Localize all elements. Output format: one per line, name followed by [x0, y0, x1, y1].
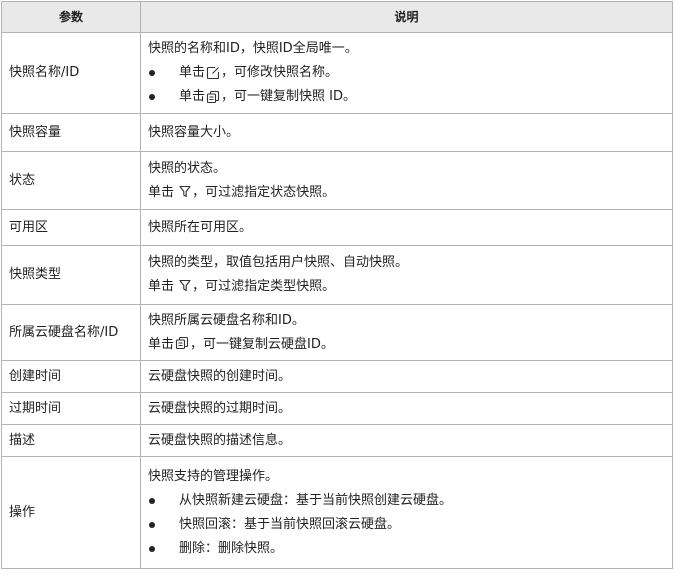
desc-line: 快照所在可用区。	[148, 219, 253, 235]
table-row: 描述 云硬盘快照的描述信息。	[1, 424, 673, 457]
desc-line: 快照容量大小。	[148, 124, 240, 140]
desc-cell: 快照容量大小。	[140, 113, 673, 152]
desc-cell: 云硬盘快照的创建时间。	[140, 360, 673, 393]
bullet-item: 单击 ，可修改快照名称。	[148, 61, 665, 85]
desc-cell: 快照的状态。 单击 ，可过滤指定状态快照。	[140, 151, 673, 210]
param-cell: 创建时间	[1, 360, 141, 393]
bullet-text: ，可修改快照名称。	[221, 65, 339, 80]
param-cell: 可用区	[1, 209, 141, 246]
header-param: 参数	[1, 1, 141, 33]
desc-cell: 快照的名称和ID，快照ID全局唯一。 单击 ，可修改快照名称。 单击 ，可一键复…	[140, 32, 673, 114]
filter-icon[interactable]	[179, 279, 191, 292]
table-row: 状态 快照的状态。 单击 ，可过滤指定状态快照。	[1, 151, 673, 210]
table-row: 所属云硬盘名称/ID 快照所属云硬盘名称和ID。 单击 ，可一键复制云硬盘ID。	[1, 304, 673, 361]
bullet-text: 单击	[179, 89, 206, 104]
bullet-text: 快照回滚：基于当前快照回滚云硬盘。	[179, 516, 401, 532]
desc-cell: 云硬盘快照的描述信息。	[140, 424, 673, 457]
bullet-dot	[149, 70, 155, 76]
filter-icon[interactable]	[179, 185, 191, 198]
param-cell: 快照类型	[1, 245, 141, 305]
table-row: 过期时间 云硬盘快照的过期时间。	[1, 392, 673, 425]
desc-line: 单击 ，可过滤指定类型快照。	[148, 279, 336, 294]
copy-icon[interactable]	[175, 336, 189, 350]
edit-icon[interactable]	[206, 66, 220, 80]
desc-line: 单击 ，可过滤指定状态快照。	[148, 184, 336, 200]
table-row: 操作 快照支持的管理操作。 从快照新建云硬盘：基于当前快照创建云硬盘。 快照回滚…	[1, 456, 673, 569]
desc-cell: 快照支持的管理操作。 从快照新建云硬盘：基于当前快照创建云硬盘。 快照回滚：基于…	[140, 456, 673, 569]
table-row: 快照类型 快照的类型，取值包括用户快照、自动快照。 单击 ，可过滤指定类型快照。	[1, 245, 673, 305]
param-cell: 操作	[1, 456, 141, 569]
bullet-item: 删除：删除快照。	[148, 537, 665, 561]
bullet-dot	[149, 521, 155, 528]
bullet-dot	[149, 545, 155, 552]
bullet-text: 单击	[179, 65, 206, 80]
param-cell: 快照容量	[1, 113, 141, 152]
desc-line: 快照的名称和ID，快照ID全局唯一。	[148, 41, 358, 56]
param-cell: 状态	[1, 151, 141, 210]
parameter-table: 参数 说明 快照名称/ID 快照的名称和ID，快照ID全局唯一。 单击 ，可修改…	[1, 1, 673, 569]
desc-cell: 快照的类型，取值包括用户快照、自动快照。 单击 ，可过滤指定类型快照。	[140, 245, 673, 305]
bullet-dot	[149, 94, 155, 100]
param-cell: 所属云硬盘名称/ID	[1, 304, 141, 361]
desc-cell: 快照所属云硬盘名称和ID。 单击 ，可一键复制云硬盘ID。	[140, 304, 673, 361]
header-desc: 说明	[140, 1, 673, 33]
desc-line: 单击 ，可一键复制云硬盘ID。	[148, 336, 334, 352]
table-row: 可用区 快照所在可用区。	[1, 209, 673, 246]
table-header-row: 参数 说明	[1, 1, 673, 33]
copy-icon[interactable]	[206, 90, 220, 104]
param-cell: 过期时间	[1, 392, 141, 425]
bullet-item: 单击 ，可一键复制快照 ID。	[148, 85, 665, 109]
table-row: 快照容量 快照容量大小。	[1, 113, 673, 152]
bullet-text: 从快照新建云硬盘：基于当前快照创建云硬盘。	[179, 492, 453, 508]
desc-line: 快照所属云硬盘名称和ID。	[148, 312, 305, 328]
desc-cell: 云硬盘快照的过期时间。	[140, 392, 673, 425]
desc-cell: 快照所在可用区。	[140, 209, 673, 246]
param-cell: 描述	[1, 424, 141, 457]
desc-line: 云硬盘快照的过期时间。	[148, 400, 292, 416]
desc-line: 云硬盘快照的描述信息。	[148, 432, 292, 448]
bullet-text: ，可一键复制快照 ID。	[221, 89, 356, 104]
desc-line: 云硬盘快照的创建时间。	[148, 368, 292, 384]
bullet-item: 快照回滚：基于当前快照回滚云硬盘。	[148, 513, 665, 537]
bullet-text: 删除：删除快照。	[179, 540, 284, 556]
desc-line: 快照的类型，取值包括用户快照、自动快照。	[148, 255, 409, 270]
table-row: 创建时间 云硬盘快照的创建时间。	[1, 360, 673, 393]
bullet-dot	[149, 497, 155, 504]
desc-line: 快照的状态。	[148, 160, 227, 176]
desc-line: 快照支持的管理操作。	[148, 468, 279, 484]
param-cell: 快照名称/ID	[1, 32, 141, 114]
bullet-item: 从快照新建云硬盘：基于当前快照创建云硬盘。	[148, 489, 665, 513]
table-row: 快照名称/ID 快照的名称和ID，快照ID全局唯一。 单击 ，可修改快照名称。 …	[1, 32, 673, 114]
